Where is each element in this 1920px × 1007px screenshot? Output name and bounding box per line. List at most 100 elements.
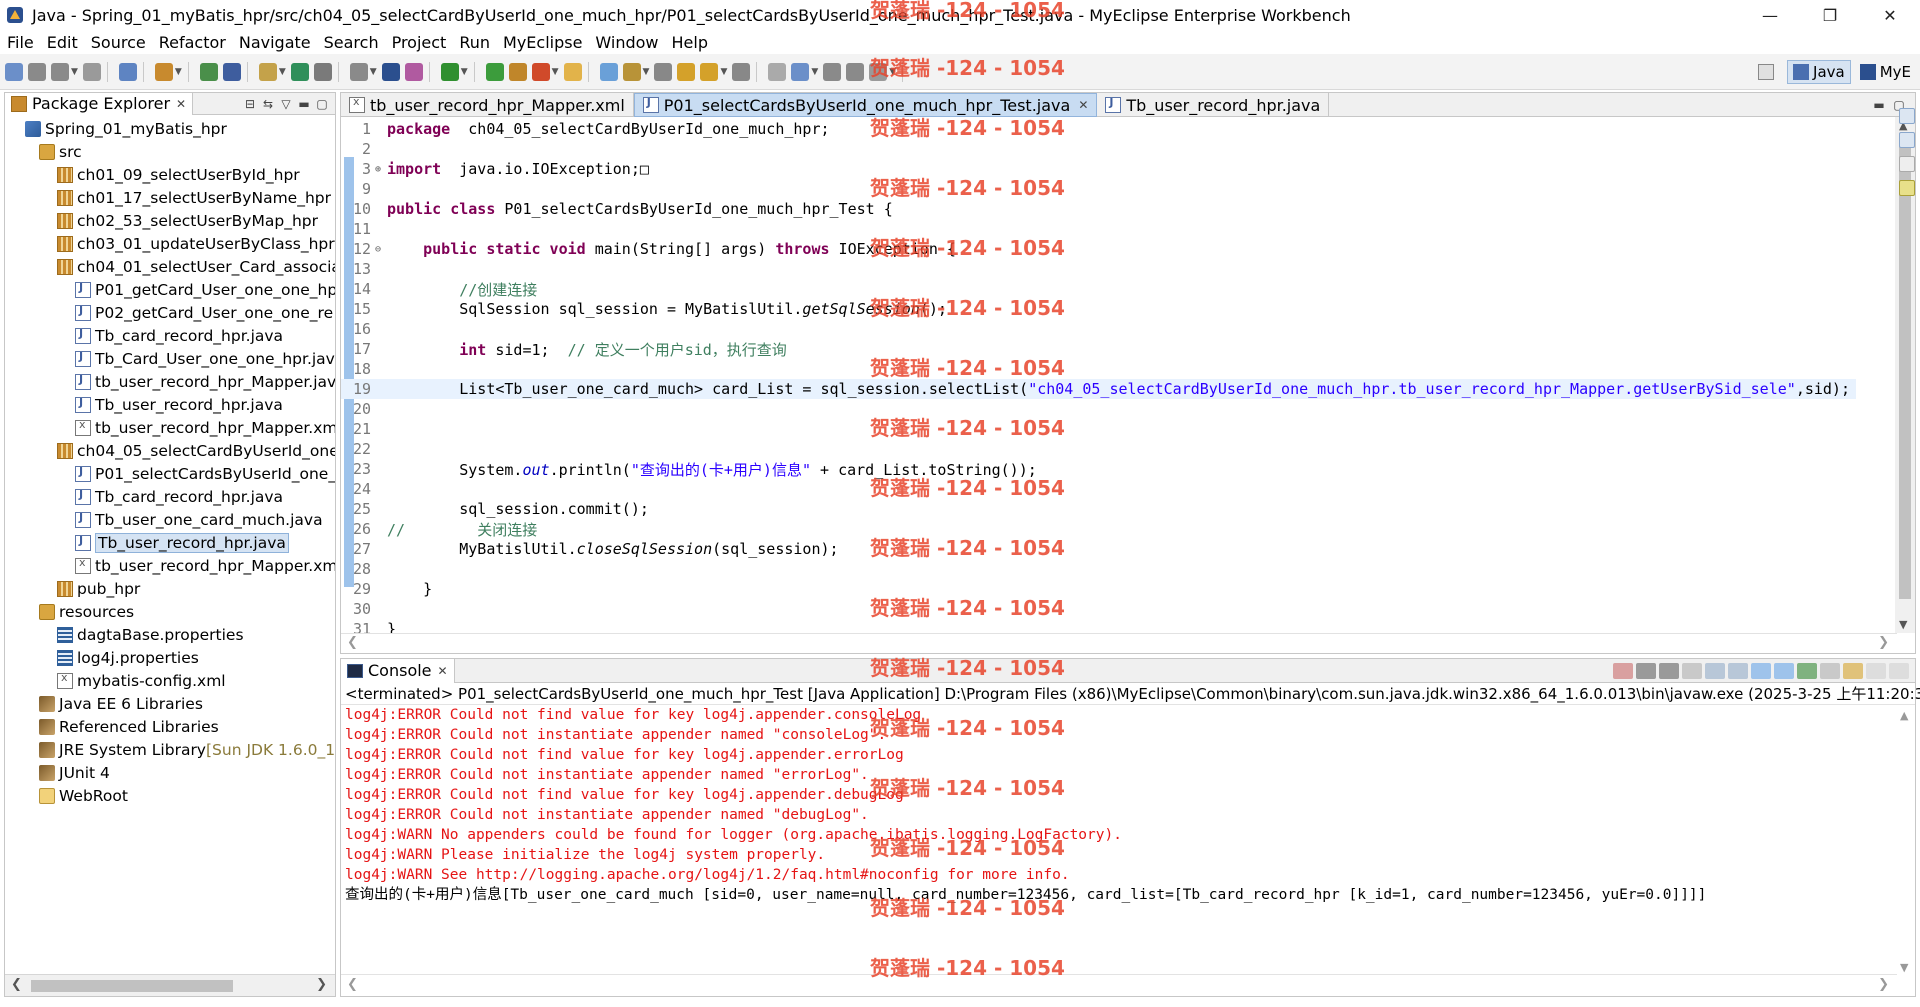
- restore-icon[interactable]: [1899, 156, 1915, 172]
- prev-annotation-icon[interactable]: [791, 62, 810, 81]
- tree-item[interactable]: ch01_17_selectUserByName_hpr: [5, 186, 335, 209]
- code-line[interactable]: 21: [341, 419, 1856, 439]
- code-line[interactable]: 23 System.out.println("查询出的(卡+用户)信息" + c…: [341, 459, 1856, 479]
- maximize-view-icon[interactable]: ▢: [313, 97, 331, 111]
- code-line[interactable]: 19 List<Tb_user_one_card_much> card_List…: [341, 379, 1856, 399]
- dropdown-caret-icon[interactable]: ▼: [889, 67, 896, 77]
- tree-item[interactable]: WebRoot: [5, 784, 335, 807]
- scroll-down-icon[interactable]: ▼: [1900, 961, 1908, 974]
- code-line[interactable]: 22: [341, 439, 1856, 459]
- next-annotation-icon[interactable]: [768, 62, 787, 81]
- tree-item[interactable]: tb_user_record_hpr_Mapper.xm: [5, 554, 335, 577]
- external-run-icon[interactable]: [563, 62, 582, 81]
- fold-toggle-icon[interactable]: ⊕: [375, 164, 385, 175]
- tree-item[interactable]: ch03_01_updateUserByClass_hpr: [5, 232, 335, 255]
- menu-window[interactable]: Window: [595, 33, 658, 52]
- code-line[interactable]: 17 int sid=1; // 定义一个用户sid，执行查询: [341, 339, 1856, 359]
- remove-launch-icon[interactable]: [1636, 662, 1656, 679]
- menu-file[interactable]: File: [7, 33, 34, 52]
- open-task-icon[interactable]: [599, 62, 618, 81]
- deploy-icon[interactable]: [258, 62, 277, 81]
- code-line[interactable]: 3 ⊕ import java.io.IOException;□: [341, 159, 1856, 179]
- scroll-right-icon[interactable]: ❯: [1878, 977, 1889, 992]
- link-editor-icon[interactable]: ⇆: [259, 97, 277, 111]
- code-line[interactable]: 13: [341, 259, 1856, 279]
- console-vscroll[interactable]: ▲ ▼: [1895, 705, 1915, 976]
- code-line[interactable]: 12 ⊖ public static void main(String[] arg…: [341, 239, 1856, 259]
- run-icon[interactable]: [508, 62, 527, 81]
- open-perspective-tb-icon[interactable]: [440, 62, 459, 81]
- dropdown-caret-icon[interactable]: ▼: [643, 67, 650, 77]
- menu-edit[interactable]: Edit: [47, 33, 78, 52]
- tree-item[interactable]: P01_selectCardsByUserId_one_: [5, 462, 335, 485]
- code-line[interactable]: 10 public class P01_selectCardsByUserId_o…: [341, 199, 1856, 219]
- open-perspective-button[interactable]: [1753, 60, 1783, 84]
- code-line[interactable]: 31}: [341, 619, 1856, 633]
- display-console-icon[interactable]: [1820, 662, 1840, 679]
- close-icon[interactable]: ✕: [176, 97, 186, 111]
- console-hscroll[interactable]: ❮ ❯: [341, 974, 1897, 996]
- word-wrap-icon[interactable]: [1728, 662, 1748, 679]
- toggle-breadcrumb-icon[interactable]: [677, 62, 696, 81]
- tree-item[interactable]: ch02_53_selectUserByMap_hpr: [5, 209, 335, 232]
- edit-forward-icon[interactable]: [381, 62, 400, 81]
- last-edit-icon[interactable]: [823, 62, 842, 81]
- scroll-lock-icon[interactable]: [1705, 662, 1725, 679]
- tree-item[interactable]: ch01_09_selectUserById_hpr: [5, 163, 335, 186]
- dropdown-caret-icon[interactable]: ▼: [175, 67, 182, 77]
- new-package-icon[interactable]: [222, 62, 241, 81]
- code-line[interactable]: 9: [341, 179, 1856, 199]
- tree-item[interactable]: log4j.properties: [5, 646, 335, 669]
- tree-item[interactable]: ch04_01_selectUser_Card_associat: [5, 255, 335, 278]
- task-icon[interactable]: [1899, 180, 1915, 196]
- scroll-up-icon[interactable]: ▲: [1900, 709, 1908, 722]
- back-icon[interactable]: [846, 62, 865, 81]
- terminate-icon[interactable]: [1613, 662, 1633, 679]
- tree-item[interactable]: tb_user_record_hpr_Mapper.xm: [5, 416, 335, 439]
- perspective-myeclipse[interactable]: MyE: [1855, 60, 1916, 84]
- code-line[interactable]: 18: [341, 359, 1856, 379]
- tree-item[interactable]: Spring_01_myBatis_hpr: [5, 117, 335, 140]
- run-server-icon[interactable]: [290, 62, 309, 81]
- tree-item[interactable]: JUnit 4: [5, 761, 335, 784]
- block-select-icon[interactable]: [732, 62, 751, 81]
- tree-item[interactable]: Tb_Card_User_one_one_hpr.java: [5, 347, 335, 370]
- tree-item[interactable]: pub_hpr: [5, 577, 335, 600]
- forward-icon[interactable]: [869, 62, 888, 81]
- scroll-left-icon[interactable]: ❮: [11, 977, 22, 992]
- new-java-class-icon[interactable]: [199, 62, 218, 81]
- hierarchy-icon[interactable]: [1899, 132, 1915, 148]
- editor-tab[interactable]: tb_user_record_hpr_Mapper.xml: [341, 93, 634, 117]
- scroll-thumb[interactable]: [31, 980, 233, 992]
- collapse-all-icon[interactable]: ⊟: [241, 97, 259, 111]
- save-icon[interactable]: [28, 62, 46, 81]
- code-line[interactable]: 20: [341, 399, 1856, 419]
- minimize-console-icon[interactable]: [1866, 662, 1886, 679]
- dropdown-caret-icon[interactable]: ▼: [71, 67, 78, 77]
- open-console-icon[interactable]: [1843, 662, 1863, 679]
- tree-item[interactable]: Java EE 6 Libraries: [5, 692, 335, 715]
- code-line[interactable]: 29 }: [341, 579, 1856, 599]
- maximize-console-icon[interactable]: [1889, 662, 1909, 679]
- dropdown-caret-icon[interactable]: ▼: [370, 67, 377, 77]
- code-line[interactable]: 16: [341, 319, 1856, 339]
- browser-icon[interactable]: [313, 62, 332, 81]
- tree-item[interactable]: Tb_card_record_hpr.java: [5, 485, 335, 508]
- show-on-error-icon[interactable]: [1774, 662, 1794, 679]
- code-line[interactable]: 30: [341, 599, 1856, 619]
- tree-item[interactable]: Referenced Libraries: [5, 715, 335, 738]
- maximize-button[interactable]: ❐: [1800, 0, 1860, 30]
- external-tools-icon[interactable]: [404, 62, 423, 81]
- dropdown-caret-icon[interactable]: ▼: [811, 67, 818, 77]
- tree-item[interactable]: tb_user_record_hpr_Mapper.jav: [5, 370, 335, 393]
- package-explorer-hscroll[interactable]: ❮ ❯: [5, 974, 335, 996]
- package-explorer-tab[interactable]: Package Explorer ✕: [5, 92, 194, 115]
- tree-item[interactable]: JRE System Library [Sun JDK 1.6.0_13: [5, 738, 335, 761]
- tree-item[interactable]: P01_getCard_User_one_one_hp: [5, 278, 335, 301]
- menu-refactor[interactable]: Refactor: [159, 33, 226, 52]
- console-output[interactable]: log4j:ERROR Could not find value for key…: [341, 705, 1897, 976]
- editor-tab[interactable]: Tb_user_record_hpr.java: [1097, 93, 1330, 117]
- scroll-left-icon[interactable]: ❮: [347, 977, 358, 992]
- close-button[interactable]: ✕: [1860, 0, 1920, 30]
- save-all-icon[interactable]: [51, 62, 69, 81]
